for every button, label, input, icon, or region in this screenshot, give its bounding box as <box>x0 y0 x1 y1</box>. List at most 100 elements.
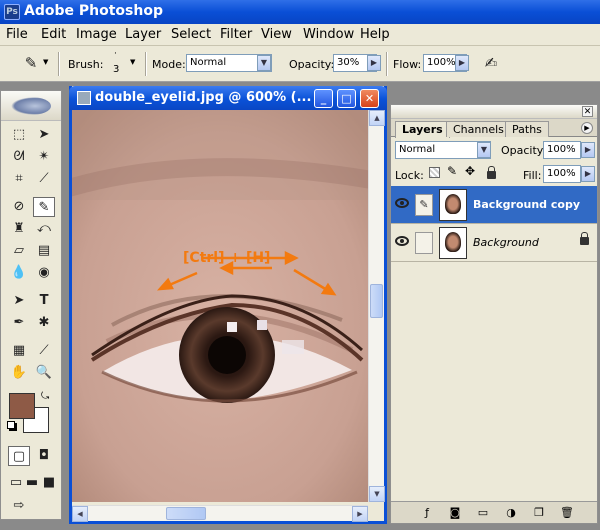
flow-label: Flow: <box>393 58 422 71</box>
layer-thumbnail <box>439 189 467 221</box>
panel-menu-icon[interactable]: ▶ <box>581 122 593 134</box>
tab-layers[interactable]: Layers <box>395 121 450 138</box>
adjustment-layer-icon[interactable]: ◑ <box>503 505 519 521</box>
hand-tool-icon[interactable]: ✋ <box>8 363 30 383</box>
layer-thumbnail <box>439 227 467 259</box>
fill-field[interactable]: 100% <box>543 165 581 183</box>
gradient-tool-icon[interactable]: ▤ <box>33 241 55 261</box>
menu-filter[interactable]: Filter <box>220 27 252 42</box>
crop-tool-icon[interactable]: ⌗ <box>8 169 30 189</box>
new-group-icon[interactable]: ▭ <box>475 505 491 521</box>
layer-mask-icon[interactable]: ◙ <box>447 505 463 521</box>
scroll-left-button[interactable]: ◀ <box>72 506 88 522</box>
layer-opacity-arrow-icon[interactable]: ▶ <box>581 142 595 158</box>
vertical-scroll-thumb[interactable] <box>370 284 383 318</box>
lasso-tool-icon[interactable]: ᘛ <box>8 147 30 167</box>
layer-row-background-copy[interactable]: ✎ Background copy <box>391 186 597 224</box>
flow-slider-arrow-icon[interactable]: ▶ <box>455 55 469 71</box>
brush-dropdown-arrow-icon[interactable]: ▼ <box>130 58 135 66</box>
preset-dropdown-arrow-icon[interactable]: ▼ <box>43 58 48 66</box>
document-title: double_eyelid.jpg @ 600% (... <box>95 90 312 105</box>
brush-tool-icon[interactable]: ✎ <box>33 197 55 217</box>
menu-layer[interactable]: Layer <box>125 27 161 42</box>
mode-dropdown-arrow-icon[interactable]: ▼ <box>257 55 271 71</box>
eraser-tool-icon[interactable]: ▱ <box>8 241 30 261</box>
foreground-color-swatch[interactable] <box>9 393 35 419</box>
zoom-tool-icon[interactable]: 🔍 <box>33 363 55 383</box>
brush-label: Brush: <box>68 58 104 71</box>
healing-brush-tool-icon[interactable]: ⊘ <box>8 197 30 217</box>
default-colors-icon[interactable] <box>7 421 15 429</box>
blur-tool-icon[interactable]: 💧 <box>8 263 30 283</box>
menu-window[interactable]: Window <box>303 27 354 42</box>
panel-tabs: Layers Channels Paths ▶ <box>391 119 597 138</box>
tab-channels[interactable]: Channels <box>446 121 511 137</box>
panel-close-icon[interactable]: ✕ <box>582 106 593 117</box>
vertical-scrollbar[interactable]: ▲ ▼ <box>368 110 385 502</box>
maximize-button[interactable]: □ <box>337 89 356 108</box>
brush-preset-icon[interactable]: ✎ <box>20 53 42 73</box>
visibility-eye-icon[interactable] <box>395 198 409 208</box>
blend-mode-arrow-icon[interactable]: ▼ <box>477 142 491 158</box>
clone-stamp-tool-icon[interactable]: ♜ <box>8 219 30 239</box>
marquee-tool-icon[interactable]: ⬚ <box>8 125 30 145</box>
document-title-bar[interactable]: double_eyelid.jpg @ 600% (... _ □ ✕ <box>69 86 387 110</box>
lock-all-icon[interactable] <box>487 166 496 179</box>
swap-colors-icon[interactable]: ⤿ <box>41 391 49 402</box>
eyedropper-tool-icon[interactable]: ⟋ <box>33 341 55 361</box>
opacity-slider-arrow-icon[interactable]: ▶ <box>367 55 381 71</box>
delete-layer-icon[interactable]: 🗑 <box>559 505 575 521</box>
jump-to-imageready-icon[interactable]: ⇨ <box>8 496 30 516</box>
lock-position-icon[interactable]: ✥ <box>465 164 475 178</box>
image-canvas[interactable]: [Ctrl] + [H] <box>72 110 368 502</box>
minimize-button[interactable]: _ <box>314 89 333 108</box>
standard-mode-icon[interactable]: ▢ <box>8 446 30 466</box>
photoshop-app-icon: Ps <box>4 4 20 20</box>
scroll-right-button[interactable]: ▶ <box>352 506 368 522</box>
layer-link-box[interactable] <box>415 232 433 254</box>
history-brush-tool-icon[interactable]: ⤺ <box>33 219 55 239</box>
notes-tool-icon[interactable]: ▦ <box>8 341 30 361</box>
full-screen-mode-icon[interactable]: ■ <box>38 473 60 493</box>
dodge-tool-icon[interactable]: ◉ <box>33 263 55 283</box>
layer-opacity-label: Opacity: <box>501 144 547 157</box>
layer-name[interactable]: Background <box>473 236 539 249</box>
panel-grip[interactable]: ✕ <box>391 105 597 119</box>
horizontal-scroll-thumb[interactable] <box>166 507 206 520</box>
menu-view[interactable]: View <box>261 27 292 42</box>
app-title: Adobe Photoshop <box>24 3 163 19</box>
quick-mask-mode-icon[interactable]: ◘ <box>33 446 55 466</box>
pen-tool-icon[interactable]: ✒ <box>8 313 30 333</box>
tab-paths[interactable]: Paths <box>505 121 549 137</box>
layer-row-background[interactable]: Background <box>391 224 597 262</box>
menu-image[interactable]: Image <box>76 27 117 42</box>
custom-shape-tool-icon[interactable]: ✱ <box>33 313 55 333</box>
eye-photo <box>72 110 368 502</box>
close-button[interactable]: ✕ <box>360 89 379 108</box>
layer-opacity-field[interactable]: 100% <box>543 141 581 159</box>
lock-pixels-icon[interactable]: ✎ <box>447 164 457 178</box>
airbrush-icon[interactable]: ✍ <box>480 53 502 73</box>
document-window: double_eyelid.jpg @ 600% (... _ □ ✕ [Ctr… <box>69 86 387 524</box>
fill-arrow-icon[interactable]: ▶ <box>581 166 595 182</box>
paintbrush-active-icon[interactable]: ✎ <box>415 194 433 216</box>
path-selection-tool-icon[interactable]: ➤ <box>8 291 30 311</box>
layers-bottom-bar: ƒ ◙ ▭ ◑ ❐ 🗑 <box>391 501 597 523</box>
horizontal-scrollbar[interactable]: ◀ ▶ <box>72 505 368 522</box>
new-layer-icon[interactable]: ❐ <box>531 505 547 521</box>
scroll-down-button[interactable]: ▼ <box>369 486 385 502</box>
menu-help[interactable]: Help <box>360 27 390 42</box>
menu-select[interactable]: Select <box>171 27 211 42</box>
magic-wand-tool-icon[interactable]: ✴ <box>33 147 55 167</box>
feather-logo-icon[interactable] <box>11 97 51 115</box>
scroll-up-button[interactable]: ▲ <box>369 110 385 126</box>
slice-tool-icon[interactable]: ⟋ <box>33 169 55 189</box>
type-tool-icon[interactable]: T <box>33 291 55 311</box>
lock-transparency-icon[interactable] <box>429 167 440 178</box>
visibility-eye-icon[interactable] <box>395 236 409 246</box>
move-tool-icon[interactable]: ➤ <box>33 125 55 145</box>
menu-file[interactable]: File <box>6 27 28 42</box>
layer-name[interactable]: Background copy <box>473 198 580 211</box>
layer-style-icon[interactable]: ƒ <box>419 505 435 521</box>
menu-edit[interactable]: Edit <box>41 27 66 42</box>
